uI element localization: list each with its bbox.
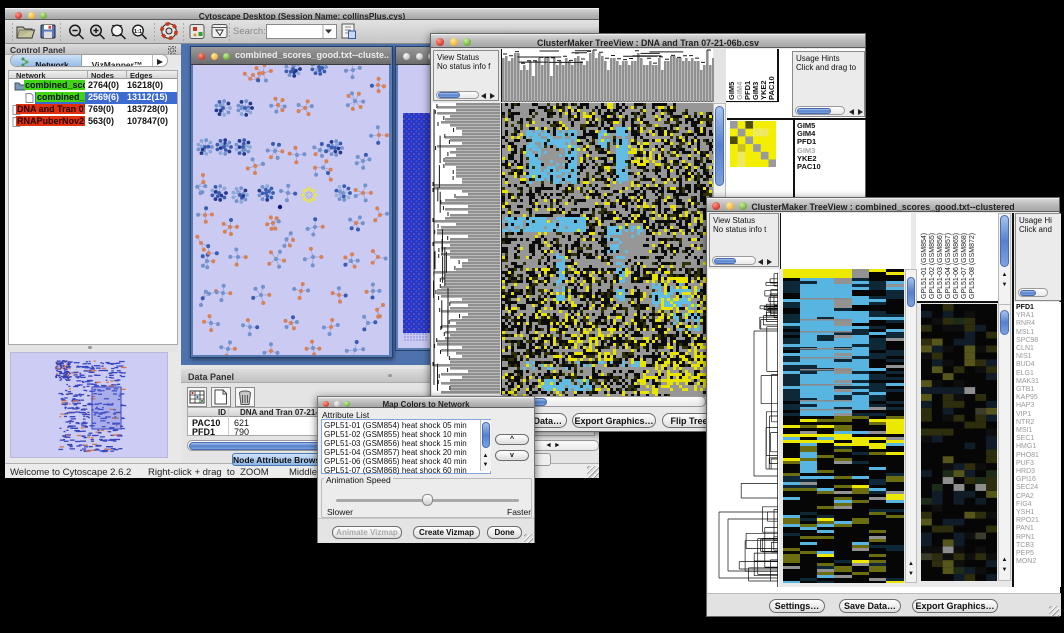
svg-text:1:1: 1:1: [134, 29, 142, 35]
svg-text:GPL51-01 (GSM854): GPL51-01 (GSM854): [921, 233, 928, 299]
svg-text:GPL51-03 (GSM856): GPL51-03 (GSM856): [937, 233, 944, 299]
svg-text:PAC10: PAC10: [767, 76, 776, 100]
svg-text:GPL51-08 (GSM872): GPL51-08 (GSM872): [969, 233, 976, 299]
svg-text:GPL51-04 (GSM857): GPL51-04 (GSM857): [945, 233, 952, 299]
svg-text:GPL51-02 (GSM855): GPL51-02 (GSM855): [929, 233, 936, 299]
svg-text:GPL51-07 (GSM868): GPL51-07 (GSM868): [961, 233, 968, 299]
svg-text:GPL51-06 (GSM865): GPL51-06 (GSM865): [953, 233, 960, 299]
svg-text:Search:: Search:: [233, 26, 266, 37]
